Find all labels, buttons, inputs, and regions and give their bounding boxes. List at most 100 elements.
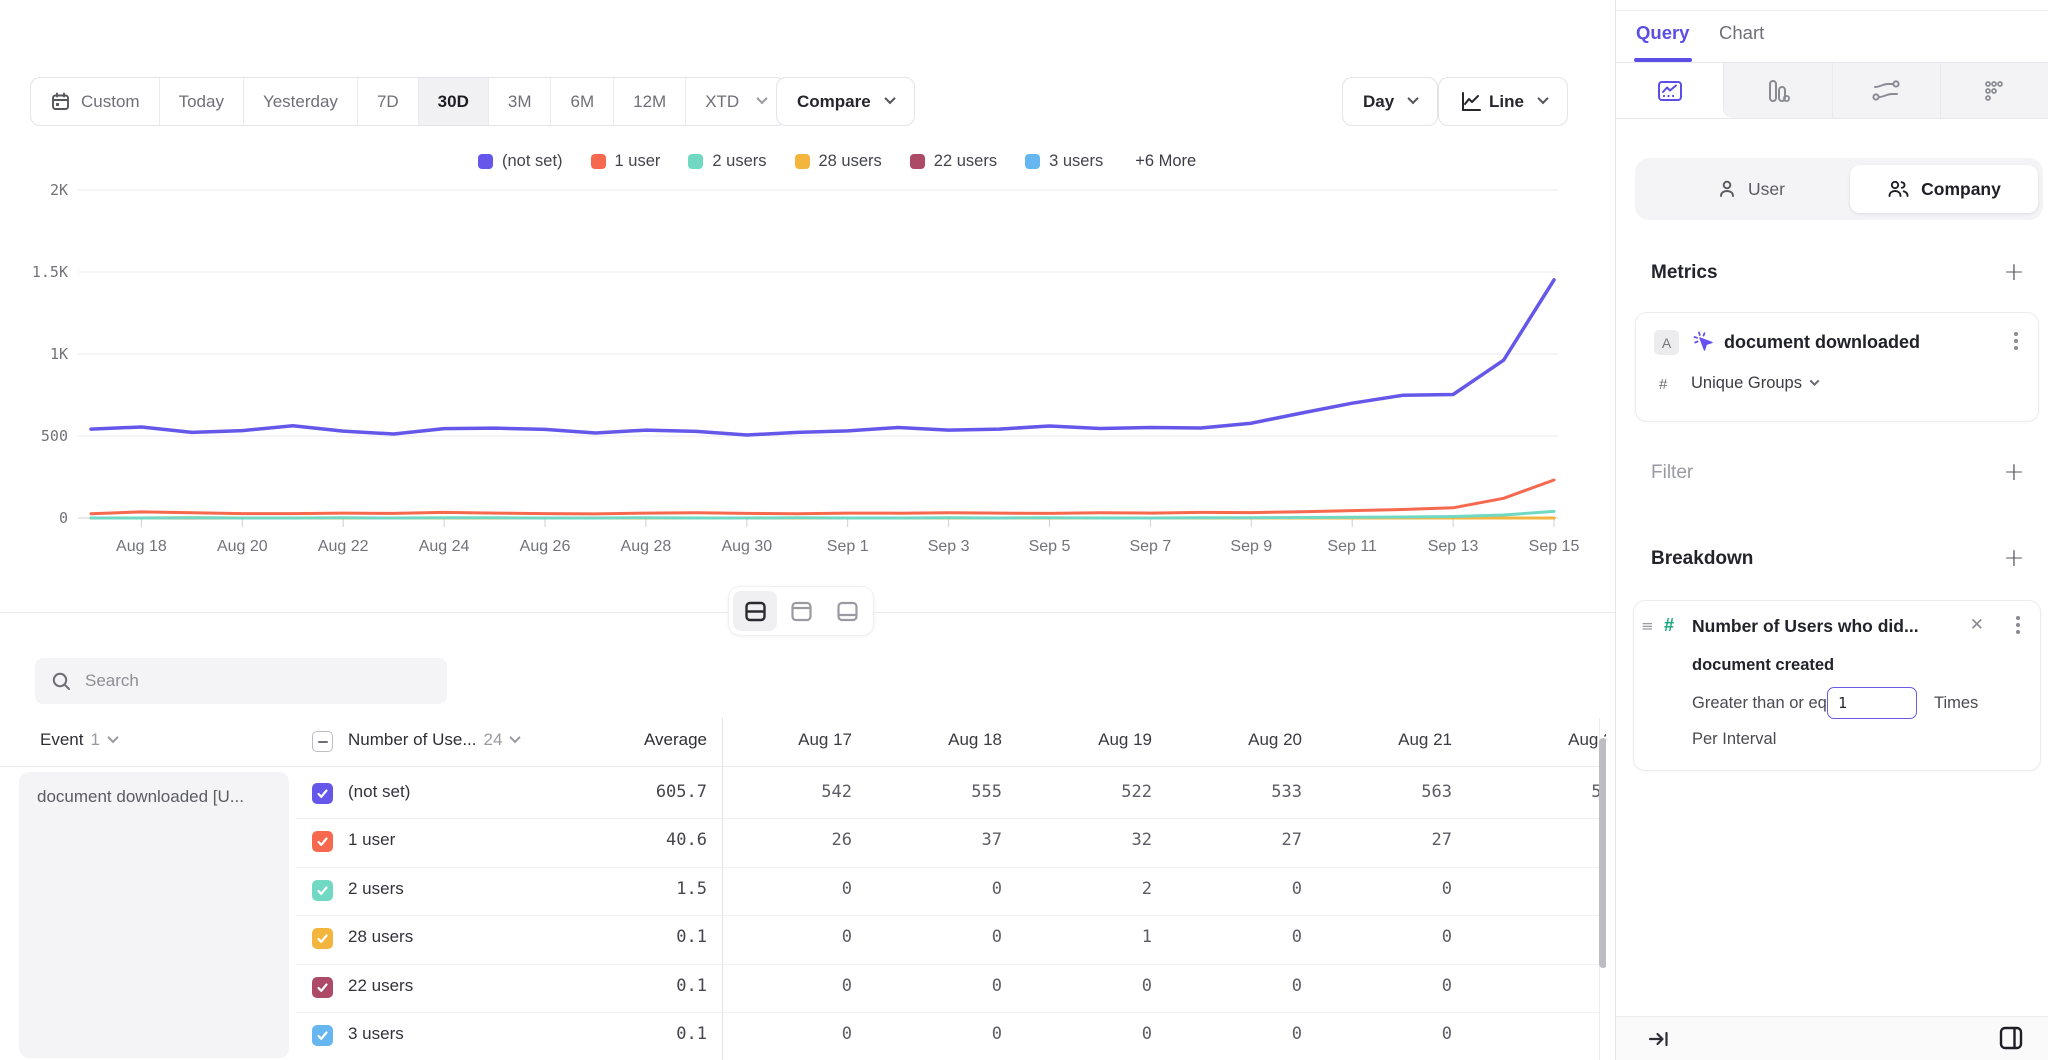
cell-value: 0 — [1302, 976, 1452, 996]
table-row: 2 users1.5002000 — [0, 867, 1606, 915]
split-view-button[interactable] — [733, 591, 777, 631]
panel-footer — [1616, 1016, 2048, 1060]
breakdown-value-input[interactable] — [1827, 687, 1917, 719]
row-label[interactable]: (not set) — [348, 782, 410, 802]
cell-value: 32 — [1002, 830, 1152, 850]
row-label[interactable]: 22 users — [348, 976, 413, 996]
chart-type-tabs — [1616, 62, 2048, 119]
range-label: 7D — [377, 92, 399, 112]
line-chart[interactable]: 05001K1.5K2KAug 18Aug 20Aug 22Aug 24Aug … — [0, 130, 1615, 570]
breakdown-event-name[interactable]: document created — [1692, 656, 1834, 675]
row-label[interactable]: 3 users — [348, 1024, 404, 1044]
date-column-header[interactable]: Aug 18 — [852, 730, 1002, 750]
query-panel: Query Chart — [1615, 0, 2048, 1060]
row-divider — [296, 964, 1599, 965]
chevron-down-icon — [884, 92, 895, 103]
compare-button[interactable]: Compare — [776, 77, 915, 126]
row-average: 605.7 — [557, 782, 707, 802]
range-xtd[interactable]: XTD — [686, 78, 785, 125]
metric-badge: A — [1654, 330, 1679, 355]
row-checkbox[interactable] — [312, 928, 333, 949]
row-values: 263732272728 — [702, 830, 1606, 850]
check-icon — [316, 787, 329, 800]
date-column-header[interactable]: Aug 22 — [1452, 730, 1606, 750]
measure-dropdown[interactable]: Unique Groups — [1691, 374, 1818, 393]
metric-event-name[interactable]: document downloaded — [1724, 332, 1920, 353]
tab-chart[interactable]: Chart — [1719, 22, 1764, 44]
svg-text:2K: 2K — [50, 181, 68, 199]
user-option-label: User — [1748, 179, 1785, 200]
metric-card[interactable]: A document downloaded # Unique Groups — [1635, 312, 2039, 422]
range-30d[interactable]: 30D — [419, 78, 489, 125]
view-mode-toggle — [728, 586, 874, 636]
range-custom[interactable]: Custom — [31, 78, 160, 125]
add-metric-button[interactable]: + — [2002, 260, 2026, 284]
user-toggle-option[interactable]: User — [1717, 158, 1785, 220]
select-all-checkbox[interactable] — [312, 731, 333, 752]
row-average: 40.6 — [557, 830, 707, 850]
search-input[interactable] — [85, 671, 431, 691]
event-column-header[interactable]: Event1 — [40, 730, 117, 750]
vertical-scrollbar[interactable] — [1599, 738, 1606, 968]
date-column-header[interactable]: Aug 17 — [702, 730, 852, 750]
add-filter-button[interactable]: + — [2002, 460, 2026, 484]
date-column-header[interactable]: Aug 19 — [1002, 730, 1152, 750]
row-label[interactable]: 1 user — [348, 830, 395, 850]
collapse-panel-icon[interactable] — [1646, 1026, 1672, 1057]
drag-handle-icon[interactable]: ≡ — [1641, 617, 1654, 635]
row-average: 1.5 — [557, 879, 707, 899]
row-checkbox[interactable] — [312, 1025, 333, 1046]
cell-value: 26 — [702, 830, 852, 850]
results-table: Event1 Number of Use...24 Average Aug 17… — [0, 718, 1606, 1060]
split-panel-icon[interactable] — [1996, 1023, 2026, 1058]
range-today[interactable]: Today — [160, 78, 244, 125]
row-label[interactable]: 28 users — [348, 927, 413, 947]
range-yesterday[interactable]: Yesterday — [244, 78, 358, 125]
filter-heading: Filter — [1651, 462, 1693, 484]
chevron-down-icon — [107, 732, 118, 743]
svg-text:Aug 24: Aug 24 — [419, 538, 470, 555]
range-3m[interactable]: 3M — [489, 78, 552, 125]
metric-kebab-icon[interactable] — [2014, 339, 2018, 343]
close-icon[interactable]: ✕ — [1970, 615, 1984, 635]
cell-value: 0 — [702, 1024, 852, 1044]
breakdown-card[interactable]: ≡ # Number of Users who did... ✕ documen… — [1633, 600, 2041, 771]
cell-value: 0 — [1452, 1024, 1606, 1044]
company-toggle-option[interactable]: Company — [1850, 165, 2038, 213]
row-label[interactable]: 2 users — [348, 879, 404, 899]
flow-chart-tab[interactable] — [1832, 63, 1940, 118]
chart-view-button[interactable] — [779, 591, 823, 631]
row-values: 542555522533563538 — [702, 782, 1606, 802]
cell-value: 0 — [1152, 1024, 1302, 1044]
row-checkbox[interactable] — [312, 880, 333, 901]
row-values: 000000 — [702, 1024, 1606, 1044]
row-checkbox[interactable] — [312, 977, 333, 998]
date-column-header[interactable]: Aug 21 — [1302, 730, 1452, 750]
bar-chart-tab[interactable] — [1723, 63, 1831, 118]
add-breakdown-button[interactable]: + — [2002, 546, 2026, 570]
breakdown-kebab-icon[interactable] — [2016, 623, 2020, 627]
line-chart-tab[interactable] — [1616, 63, 1723, 118]
dot-grid-icon — [1980, 77, 2008, 105]
row-divider — [296, 915, 1599, 916]
series-column-header[interactable]: Number of Use...24 — [348, 730, 519, 750]
range-12m[interactable]: 12M — [614, 78, 686, 125]
cell-value: 0 — [1452, 976, 1606, 996]
breakdown-property-name[interactable]: Number of Users who did... — [1692, 616, 1919, 637]
chart-type-dropdown[interactable]: Line — [1438, 77, 1568, 126]
row-checkbox[interactable] — [312, 783, 333, 804]
scatter-chart-tab[interactable] — [1940, 63, 2048, 118]
row-checkbox[interactable] — [312, 831, 333, 852]
range-label: Today — [179, 92, 224, 112]
svg-text:Aug 30: Aug 30 — [721, 538, 772, 555]
interval-dropdown[interactable]: Day — [1342, 77, 1438, 126]
breakdown-per-label[interactable]: Per Interval — [1692, 730, 1776, 749]
cell-value: 0 — [852, 879, 1002, 899]
event-count: 1 — [90, 730, 99, 749]
date-column-header[interactable]: Aug 20 — [1152, 730, 1302, 750]
range-6m[interactable]: 6M — [551, 78, 614, 125]
tab-query[interactable]: Query — [1636, 22, 1689, 44]
range-7d[interactable]: 7D — [358, 78, 419, 125]
table-view-button[interactable] — [825, 591, 869, 631]
search-icon — [51, 671, 72, 692]
